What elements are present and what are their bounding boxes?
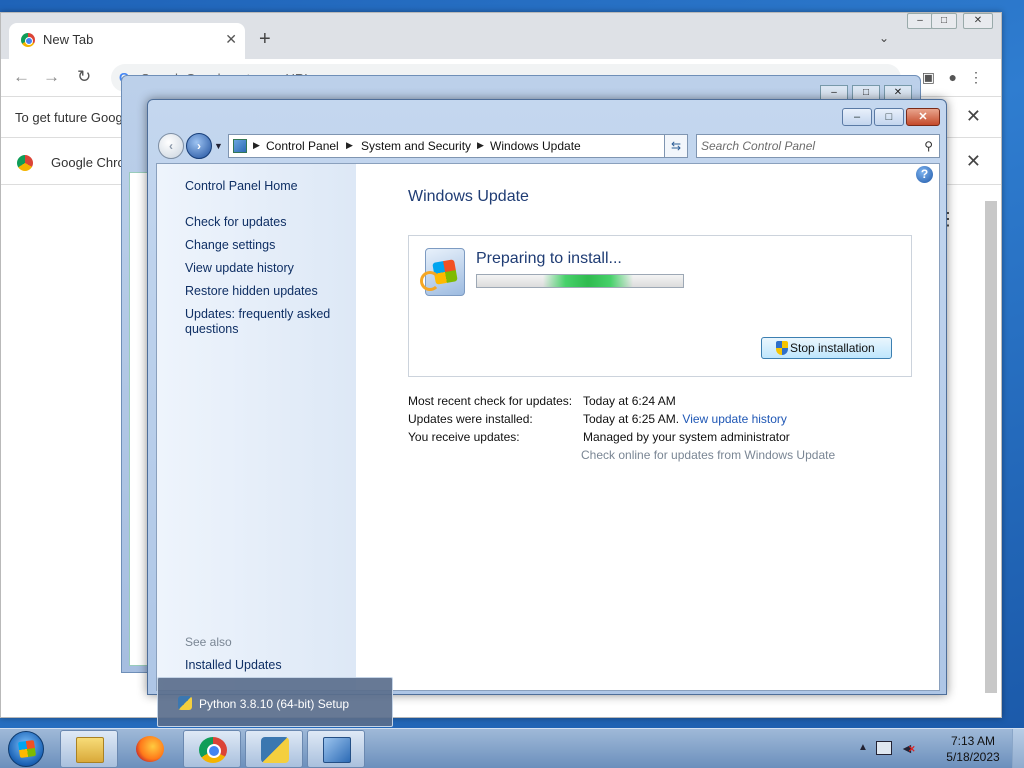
update-status-panel: Preparing to install... Stop installatio… xyxy=(408,235,912,377)
menu-kebab-icon[interactable]: ⋮ xyxy=(969,69,983,86)
forward-arrow-icon[interactable]: → xyxy=(43,67,60,87)
profile-avatar-icon[interactable]: ● xyxy=(949,69,957,85)
folder-icon xyxy=(76,737,104,763)
breadcrumb-arrow-icon[interactable]: ▶ xyxy=(477,140,484,151)
sidebar-installed-updates[interactable]: Installed Updates xyxy=(185,658,345,673)
taskbar: ▲ ◄ ✕ 7:13 AM 5/18/2023 xyxy=(0,728,1024,768)
chrome-minimize-button[interactable]: – xyxy=(907,13,933,29)
sidebar-change-settings[interactable]: Change settings xyxy=(185,238,345,253)
infobar-text: To get future Goog xyxy=(15,110,123,125)
chrome-logo-icon xyxy=(17,155,33,171)
windows-update-window: – □ ✕ ‹ › ▼ ▶ Control Panel ▶ System and S… xyxy=(147,99,947,695)
volume-muted-icon[interactable]: ◄ ✕ xyxy=(900,740,916,756)
breadcrumb-windows-update[interactable]: Windows Update xyxy=(490,139,581,153)
page-title: Windows Update xyxy=(408,188,529,205)
search-input[interactable] xyxy=(701,138,911,154)
status-heading: Preparing to install... xyxy=(476,250,622,267)
receive-value: Managed by your system administrator xyxy=(583,430,790,444)
taskbar-control-panel[interactable] xyxy=(307,730,365,768)
control-panel-icon xyxy=(233,139,247,153)
taskbar-windows-explorer[interactable] xyxy=(60,730,118,768)
new-tab-icon[interactable]: + xyxy=(259,29,271,49)
control-panel-icon xyxy=(323,737,351,763)
notification-area: ▲ ◄ ✕ 7:13 AM 5/18/2023 xyxy=(854,729,1024,768)
taskbar-thumbnail-tooltip[interactable]: Python 3.8.10 (64-bit) Setup xyxy=(157,677,393,727)
chrome-tabstrip: New Tab ✕ + ⌄ – □ ✕ xyxy=(1,13,1001,59)
windows-update-shield-icon xyxy=(420,248,465,296)
sidebar-view-update-history[interactable]: View update history xyxy=(185,261,345,276)
refresh-icon[interactable]: ⇆ xyxy=(664,134,688,158)
installed-value-wrap: Today at 6:25 AM. View update history xyxy=(583,412,787,426)
stop-installation-label: Stop installation xyxy=(790,341,875,355)
python-setup-icon xyxy=(178,696,192,710)
installed-value: Today at 6:25 AM. xyxy=(583,412,680,426)
reload-icon[interactable]: ↻ xyxy=(77,67,91,87)
taskbar-google-chrome[interactable] xyxy=(183,730,241,768)
tab-search-chevron-icon[interactable]: ⌄ xyxy=(879,31,889,45)
breadcrumb-arrow-icon[interactable]: ▶ xyxy=(346,140,353,151)
sidebar-restore-hidden-updates[interactable]: Restore hidden updates xyxy=(185,284,345,299)
sidebar-check-for-updates[interactable]: Check for updates xyxy=(185,215,345,230)
windows-flag-icon xyxy=(17,739,37,759)
cpback-content xyxy=(129,172,149,666)
forward-button[interactable]: › xyxy=(186,133,212,159)
chrome-close-button[interactable]: ✕ xyxy=(963,13,993,29)
chrome-icon xyxy=(199,737,227,763)
taskbar-python-setup[interactable] xyxy=(245,730,303,768)
recent-check-value: Today at 6:24 AM xyxy=(583,394,676,408)
chrome-scrollbar[interactable] xyxy=(985,201,997,693)
clock-time[interactable]: 7:13 AM xyxy=(940,734,1006,748)
python-installer-icon xyxy=(261,737,289,763)
update-arrow-icon xyxy=(420,271,440,291)
extension-icon[interactable]: ▣ xyxy=(922,69,935,86)
clock-date[interactable]: 5/18/2023 xyxy=(940,750,1006,764)
firefox-icon xyxy=(136,736,164,762)
chrome-tab-title: New Tab xyxy=(43,32,94,47)
breadcrumb[interactable]: ▶ Control Panel ▶ System and Security ▶ … xyxy=(228,134,688,158)
recent-pages-dropdown-icon[interactable]: ▼ xyxy=(214,141,223,151)
uac-shield-icon xyxy=(776,341,788,355)
chrome-tab-new-tab[interactable]: New Tab ✕ xyxy=(9,23,245,59)
check-online-link: Check online for updates from Windows Up… xyxy=(581,448,836,462)
search-icon[interactable]: ⚲ xyxy=(924,139,933,153)
wu-close-button[interactable]: ✕ xyxy=(906,108,940,126)
mute-x-icon: ✕ xyxy=(908,744,916,754)
chrome-maximize-button[interactable]: □ xyxy=(931,13,957,29)
receive-label: You receive updates: xyxy=(408,430,520,444)
start-button[interactable] xyxy=(4,729,48,768)
back-arrow-icon[interactable]: ← xyxy=(13,67,30,87)
installed-label: Updates were installed: xyxy=(408,412,533,426)
close-tab-icon[interactable]: ✕ xyxy=(225,31,237,48)
progress-bar xyxy=(476,274,684,288)
wu-content-area: Control Panel Home Check for updates Cha… xyxy=(156,163,940,691)
breadcrumb-control-panel[interactable]: Control Panel xyxy=(266,139,339,153)
wu-maximize-button[interactable]: □ xyxy=(874,108,904,126)
network-icon[interactable] xyxy=(876,741,892,755)
taskbar-firefox[interactable] xyxy=(121,730,179,768)
default-browser-text: Google Chro xyxy=(51,155,125,170)
search-box: ⚲ xyxy=(696,134,940,158)
stop-installation-button[interactable]: Stop installation xyxy=(761,337,892,359)
view-update-history-link[interactable]: View update history xyxy=(682,412,787,426)
close-infobar-icon[interactable]: ✕ xyxy=(966,106,981,127)
close-default-bar-icon[interactable]: ✕ xyxy=(966,151,981,172)
show-hidden-icons-arrow-icon[interactable]: ▲ xyxy=(858,742,868,753)
wu-navigation-bar: ‹ › ▼ ▶ Control Panel ▶ System and Secur… xyxy=(156,132,940,160)
show-desktop-button[interactable] xyxy=(1012,729,1024,768)
progress-glow xyxy=(543,275,633,287)
start-orb-icon xyxy=(8,731,44,767)
sidebar-updates-faq[interactable]: Updates: frequently asked questions xyxy=(185,307,345,337)
wu-minimize-button[interactable]: – xyxy=(842,108,872,126)
tooltip-label: Python 3.8.10 (64-bit) Setup xyxy=(199,697,350,711)
see-also-label: See also xyxy=(185,635,232,649)
chrome-favicon-icon xyxy=(21,33,35,47)
wu-sidebar: Control Panel Home Check for updates Cha… xyxy=(157,164,356,690)
sidebar-control-panel-home[interactable]: Control Panel Home xyxy=(185,179,345,194)
back-button[interactable]: ‹ xyxy=(158,133,184,159)
recent-check-label: Most recent check for updates: xyxy=(408,394,573,408)
help-icon[interactable]: ? xyxy=(916,166,933,183)
wu-caption-buttons: – □ ✕ xyxy=(840,108,940,126)
breadcrumb-system-and-security[interactable]: System and Security xyxy=(361,139,471,153)
breadcrumb-arrow-icon[interactable]: ▶ xyxy=(253,140,260,151)
